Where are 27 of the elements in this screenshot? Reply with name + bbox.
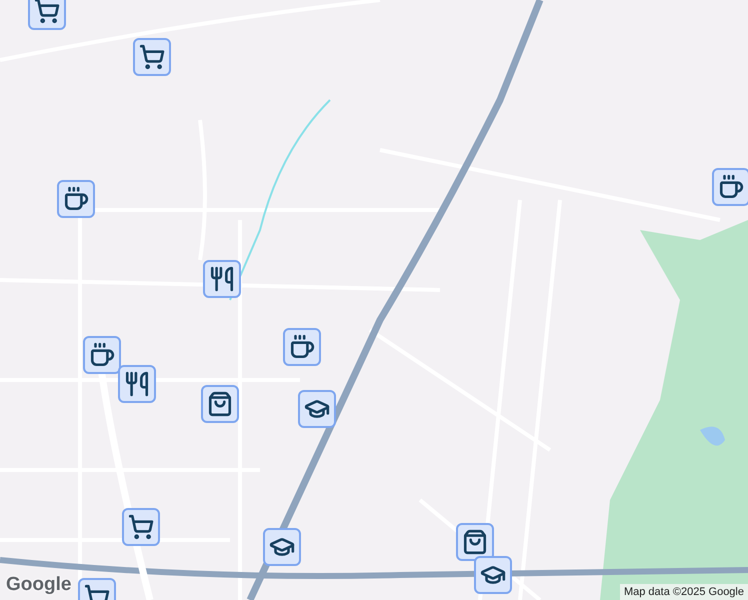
- cart-icon: [34, 0, 60, 24]
- bag-icon: [462, 529, 488, 555]
- map-marker[interactable]: [83, 336, 121, 374]
- map-marker[interactable]: [28, 0, 66, 30]
- cart-icon: [139, 44, 165, 70]
- map-marker[interactable]: [133, 38, 171, 76]
- cup-icon: [89, 342, 115, 368]
- map-marker[interactable]: [203, 260, 241, 298]
- bag-icon: [207, 391, 233, 417]
- map-marker[interactable]: [122, 508, 160, 546]
- cup-icon: [289, 334, 315, 360]
- google-logo: Google: [6, 574, 72, 596]
- map-marker[interactable]: [263, 528, 301, 566]
- cup-icon: [63, 186, 89, 212]
- map-marker[interactable]: [201, 385, 239, 423]
- map-marker[interactable]: [118, 365, 156, 403]
- map-attribution: Map data ©2025 Google: [620, 584, 748, 600]
- map-marker[interactable]: [283, 328, 321, 366]
- map-marker[interactable]: [474, 556, 512, 594]
- map-marker[interactable]: [298, 390, 336, 428]
- map-marker[interactable]: [712, 168, 748, 206]
- fork-knife-icon: [124, 371, 150, 397]
- map-marker[interactable]: [456, 523, 494, 561]
- fork-knife-icon: [209, 266, 235, 292]
- map-marker[interactable]: [57, 180, 95, 218]
- cup-icon: [718, 174, 744, 200]
- cart-icon: [128, 514, 154, 540]
